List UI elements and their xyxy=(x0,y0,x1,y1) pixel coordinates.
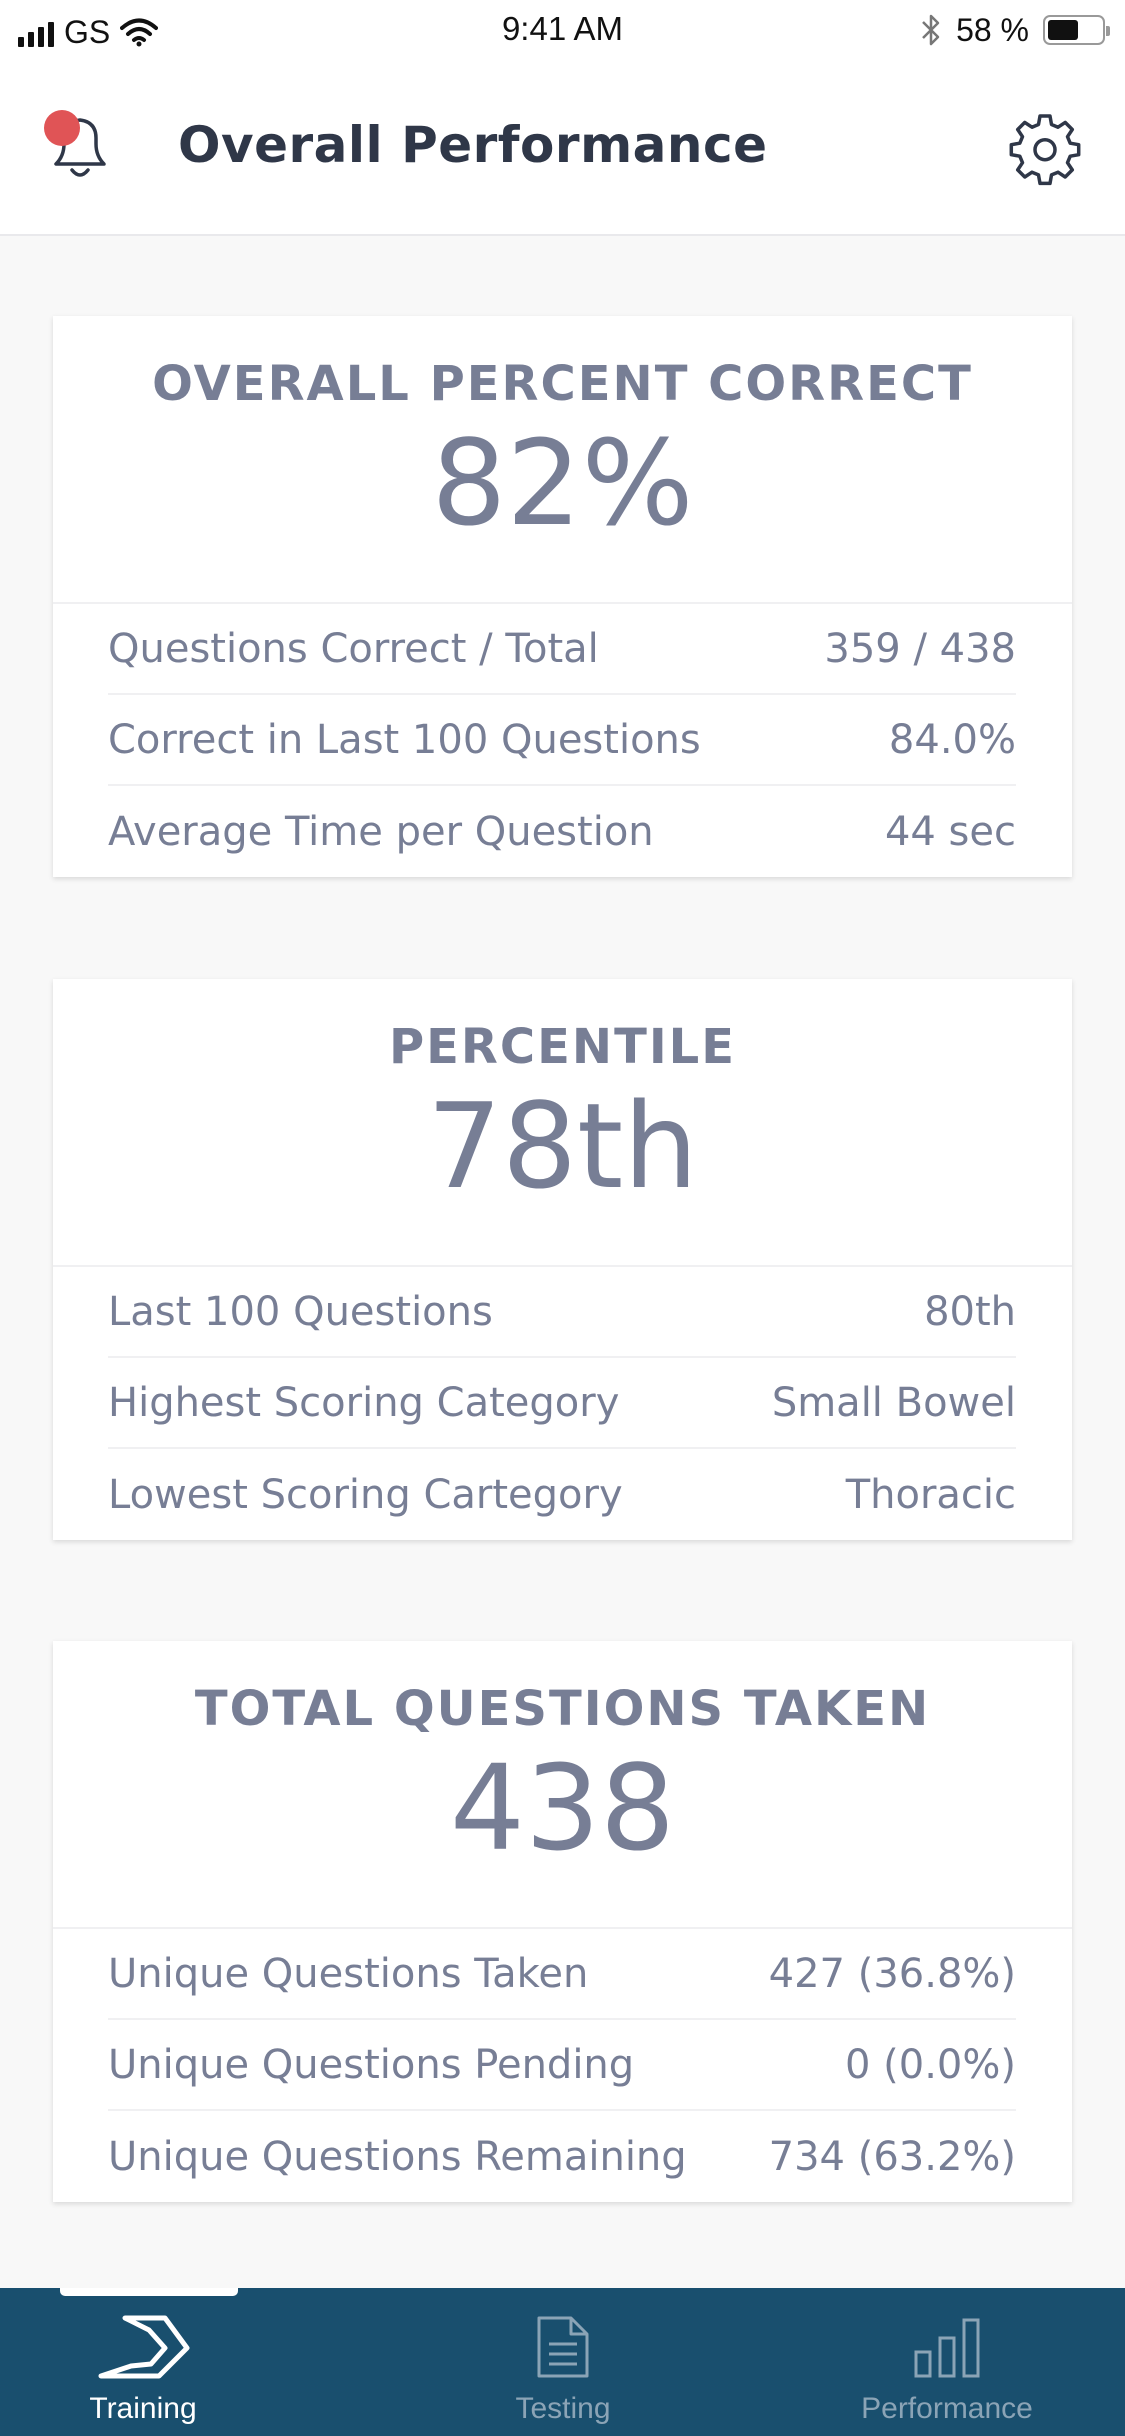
stat-row: Lowest Scoring Cartegory Thoracic xyxy=(108,1449,1016,1540)
status-right: 58 % xyxy=(920,10,1110,50)
stat-row: Unique Questions Taken 427 (36.8%) xyxy=(108,1929,1016,2020)
total-questions-card: TOTAL QUESTIONS TAKEN 438 Unique Questio… xyxy=(53,1641,1072,2202)
stat-value: Small Bowel xyxy=(771,1379,1016,1426)
stat-row: Unique Questions Pending 0 (0.0%) xyxy=(108,2020,1016,2111)
card-header: OVERALL PERCENT CORRECT 82% xyxy=(53,316,1072,604)
status-bar: GS 9:41 AM 58 % xyxy=(0,0,1125,64)
stat-rows: Unique Questions Taken 427 (36.8%) Uniqu… xyxy=(53,1929,1072,2202)
stat-row: Unique Questions Remaining 734 (63.2%) xyxy=(108,2111,1016,2202)
stat-row: Average Time per Question 44 sec xyxy=(108,786,1016,877)
gear-icon[interactable] xyxy=(1007,110,1083,186)
bar-chart-icon xyxy=(914,2318,980,2378)
stat-value: 359 / 438 xyxy=(824,625,1016,672)
stat-label: Unique Questions Taken xyxy=(108,1950,589,1997)
card-metric: 82% xyxy=(431,414,694,552)
stat-rows: Questions Correct / Total 359 / 438 Corr… xyxy=(53,604,1072,877)
overall-percent-card: OVERALL PERCENT CORRECT 82% Questions Co… xyxy=(53,316,1072,877)
card-title: PERCENTILE xyxy=(388,1019,737,1075)
battery-level-fill xyxy=(1048,20,1078,40)
bluetooth-icon xyxy=(922,14,940,46)
tab-label: Training xyxy=(89,2392,197,2425)
card-metric: 78th xyxy=(426,1077,699,1215)
stat-row: Questions Correct / Total 359 / 438 xyxy=(108,604,1016,695)
tab-testing[interactable]: Testing xyxy=(413,2288,713,2436)
card-title: OVERALL PERCENT CORRECT xyxy=(152,356,973,412)
stat-label: Correct in Last 100 Questions xyxy=(108,716,701,763)
stat-label: Lowest Scoring Cartegory xyxy=(108,1471,623,1518)
tab-label: Performance xyxy=(861,2392,1033,2425)
stat-rows: Last 100 Questions 80th Highest Scoring … xyxy=(53,1267,1072,1540)
chevron-logo-icon xyxy=(98,2315,190,2379)
stat-label: Highest Scoring Category xyxy=(108,1379,620,1426)
stat-value: 734 (63.2%) xyxy=(768,2133,1016,2180)
tab-label: Testing xyxy=(515,2392,611,2425)
page-title: Overall Performance xyxy=(178,116,768,174)
stat-value: 80th xyxy=(924,1288,1016,1335)
card-header: TOTAL QUESTIONS TAKEN 438 xyxy=(53,1641,1072,1929)
card-header: PERCENTILE 78th xyxy=(53,979,1072,1267)
stat-label: Last 100 Questions xyxy=(108,1288,493,1335)
stat-row: Last 100 Questions 80th xyxy=(108,1267,1016,1358)
stat-value: 44 sec xyxy=(884,808,1016,855)
notification-badge xyxy=(44,110,80,146)
stat-label: Questions Correct / Total xyxy=(108,625,599,672)
app-header: Overall Performance xyxy=(0,64,1125,236)
battery-icon xyxy=(1043,15,1110,45)
stat-row: Correct in Last 100 Questions 84.0% xyxy=(108,695,1016,786)
card-title: TOTAL QUESTIONS TAKEN xyxy=(194,1681,931,1737)
stat-value: 84.0% xyxy=(888,716,1016,763)
document-icon xyxy=(537,2316,589,2378)
stat-value: 0 (0.0%) xyxy=(845,2041,1016,2088)
card-metric: 438 xyxy=(449,1739,676,1877)
battery-percent: 58 % xyxy=(956,11,1029,48)
stat-label: Unique Questions Remaining xyxy=(108,2133,687,2180)
tab-bar: Training Testing Performance xyxy=(0,2288,1125,2436)
tab-training[interactable]: Training xyxy=(0,2288,293,2436)
percentile-card: PERCENTILE 78th Last 100 Questions 80th … xyxy=(53,979,1072,1540)
stat-label: Average Time per Question xyxy=(108,808,654,855)
stat-value: Thoracic xyxy=(845,1471,1016,1518)
stat-label: Unique Questions Pending xyxy=(108,2041,635,2088)
tab-performance[interactable]: Performance xyxy=(797,2288,1097,2436)
stat-row: Highest Scoring Category Small Bowel xyxy=(108,1358,1016,1449)
stat-value: 427 (36.8%) xyxy=(768,1950,1016,1997)
